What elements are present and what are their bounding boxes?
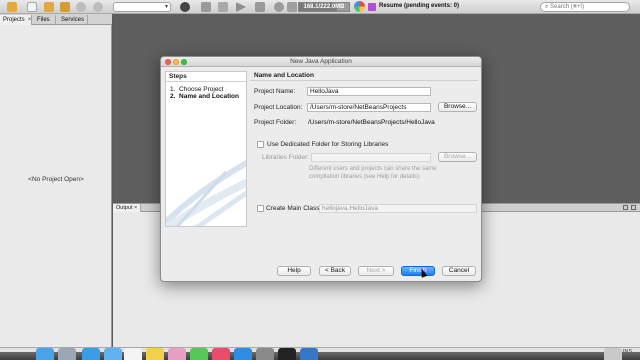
new-folder-icon[interactable] <box>7 2 17 12</box>
run-icon[interactable] <box>236 2 246 12</box>
steps-header: Steps <box>166 72 246 82</box>
magnifier-icon: ⌕ <box>545 4 549 10</box>
browse-location-button[interactable]: Browse... <box>438 102 477 112</box>
back-button[interactable]: < Back <box>319 266 351 276</box>
projects-tab-bar: Projects × Files Services <box>0 14 112 25</box>
undo-icon[interactable] <box>76 2 86 12</box>
main-class-field: hellojava.HelloJava <box>319 204 477 213</box>
step-item: 1. Choose Project <box>170 86 224 93</box>
project-folder-value: /Users/m-store/NetBeansProjects/HelloJav… <box>308 119 435 126</box>
new-file-icon[interactable] <box>27 2 37 12</box>
tab-files-label: Files <box>37 17 50 23</box>
step-label: Choose Project <box>179 86 224 93</box>
tab-projects-label: Projects <box>3 17 25 23</box>
minimize-window-icon[interactable] <box>623 205 628 210</box>
steps-panel: Steps 1. Choose Project 2. Name and Loca… <box>165 71 247 227</box>
finish-button[interactable]: Finish <box>401 266 435 276</box>
tab-services-label: Services <box>61 17 85 23</box>
cancel-button[interactable]: Cancel <box>442 266 476 276</box>
libraries-folder-field <box>311 153 431 162</box>
browse-libraries-button: Browse... <box>438 152 477 162</box>
libraries-folder-label: Libraries Folder: <box>262 154 309 161</box>
close-icon[interactable]: × <box>134 205 137 211</box>
calendar-icon[interactable] <box>124 348 142 360</box>
maximize-window-icon[interactable] <box>631 205 636 210</box>
section-header: Name and Location <box>250 71 478 81</box>
dialog-title: New Java Application <box>290 58 352 65</box>
clean-build-icon[interactable] <box>218 2 228 12</box>
project-folder-label: Project Folder: <box>254 119 297 126</box>
finder-icon[interactable] <box>36 348 54 360</box>
notification-icon <box>368 3 376 11</box>
tab-output[interactable]: Output × <box>113 204 142 212</box>
step-number: 1. <box>170 86 176 93</box>
memory-indicator[interactable]: 168.1/222.0MB <box>298 2 350 12</box>
netbeans-icon[interactable] <box>300 348 318 360</box>
globe-icon[interactable] <box>180 2 190 12</box>
wizard-decoration <box>166 159 246 226</box>
resume-status[interactable]: Resume (pending events: 0) <box>379 3 459 9</box>
tab-files[interactable]: Files <box>34 15 56 25</box>
tab-projects[interactable]: Projects × <box>0 15 32 25</box>
terminal-icon[interactable] <box>278 348 296 360</box>
trash-icon[interactable] <box>604 348 622 360</box>
config-combo[interactable]: ▾ <box>113 2 171 12</box>
create-main-class-label: Create Main Class <box>266 205 320 212</box>
tab-output-label: Output <box>116 205 133 211</box>
no-project-text: <No Project Open> <box>28 176 84 183</box>
main-toolbar: ▾ 168.1/222.0MB Resume (pending events: … <box>0 0 640 14</box>
debug-icon[interactable] <box>255 2 265 12</box>
help-button[interactable]: Help <box>277 266 311 276</box>
photos-icon[interactable] <box>168 348 186 360</box>
projects-panel: <No Project Open> <box>0 25 112 347</box>
step-icon[interactable] <box>287 2 297 12</box>
new-java-application-dialog: New Java Application Steps 1. Choose Pro… <box>160 56 482 282</box>
search-placeholder: Search (⌘+I) <box>550 4 585 10</box>
project-name-field[interactable]: HelloJava <box>307 87 431 96</box>
launchpad-icon[interactable] <box>58 348 76 360</box>
dedicated-folder-label: Use Dedicated Folder for Storing Librari… <box>267 141 389 148</box>
memory-label: 168.1/222.0MB <box>303 4 345 10</box>
project-name-label: Project Name: <box>254 88 296 95</box>
tab-services[interactable]: Services <box>58 15 88 25</box>
safari-icon[interactable] <box>82 348 100 360</box>
dedicated-folder-checkbox[interactable] <box>257 141 264 148</box>
resume-icon <box>354 1 365 12</box>
step-label: Name and Location <box>179 93 240 100</box>
step-number: 2. <box>170 93 176 100</box>
profile-icon[interactable] <box>274 2 284 12</box>
mail-icon[interactable] <box>104 348 122 360</box>
close-project-icon[interactable] <box>60 2 70 12</box>
close-icon[interactable]: × <box>28 17 32 23</box>
dialog-titlebar: New Java Application <box>161 57 481 67</box>
libraries-help-text: Different users and projects can share t… <box>309 166 437 180</box>
create-main-class-checkbox[interactable] <box>257 205 264 212</box>
project-location-field[interactable]: /Users/m-store/NetBeansProjects <box>307 103 431 112</box>
redo-icon[interactable] <box>93 2 103 12</box>
notes-icon[interactable] <box>146 348 164 360</box>
hammer-icon[interactable] <box>201 2 211 12</box>
settings-icon[interactable] <box>256 348 274 360</box>
messages-icon[interactable] <box>190 348 208 360</box>
project-location-label: Project Location: <box>254 104 303 111</box>
music-icon[interactable] <box>212 348 230 360</box>
step-item-current: 2. Name and Location <box>170 93 239 100</box>
next-button: Next > <box>358 266 394 276</box>
app-store-icon[interactable] <box>234 348 252 360</box>
open-project-icon[interactable] <box>44 2 54 12</box>
search-input[interactable]: ⌕ Search (⌘+I) <box>540 2 630 12</box>
